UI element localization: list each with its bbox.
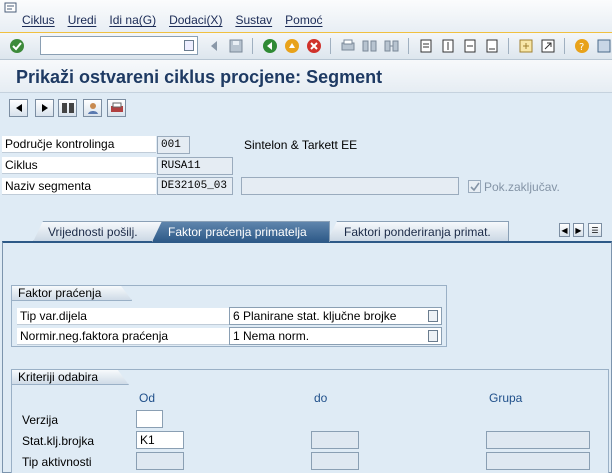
page-title: Prikaži ostvareni ciklus procjene: Segme… [16,67,383,87]
tab-strip: Vrijednosti pošilj. Faktor praćenja prim… [0,220,612,242]
stat-klj-brojka-od-input[interactable]: K1 [136,431,184,449]
next-page-icon[interactable] [461,37,479,55]
column-od-header: Od [139,391,156,405]
menu-pomoc[interactable]: Pomoć [285,13,322,27]
save-icon[interactable] [227,37,245,55]
controlling-area-text: Sintelon & Tarkett EE [244,138,358,152]
search-icon[interactable] [58,99,77,117]
command-history-icon[interactable] [184,40,194,51]
tip-aktivnosti-od-input[interactable] [136,452,184,470]
cycle-value: RUSA11 [157,157,233,175]
menu-bar: Ciklus Uredi Idi na(G) Dodaci(X) Sustav … [0,0,612,33]
application-toolbar [0,93,612,121]
verzija-od-input[interactable] [136,410,163,428]
previous-page-icon[interactable] [439,37,457,55]
checkmark-icon [469,182,480,191]
controlling-area-label: Područje kontrolinga [2,136,156,153]
previous-icon[interactable] [9,99,28,117]
create-session-icon[interactable] [517,37,535,55]
title-bar: Prikaži ostvareni ciklus procjene: Segme… [0,60,612,93]
stat-klj-brojka-grupa-input[interactable] [486,431,590,449]
segment-name-label: Naziv segmenta [2,178,156,195]
tab-scroll-right-icon[interactable]: ▶ [573,223,584,237]
segment-name-value: DE32105_03 [157,177,233,195]
command-field[interactable] [40,36,198,55]
kriteriji-odabira-group-title: Kriteriji odabira [11,369,129,385]
menu-sustav[interactable]: Sustav [235,13,272,27]
stat-klj-brojka-do-input[interactable] [311,431,359,449]
tip-aktivnosti-do-input[interactable] [311,452,359,470]
column-grupa-header: Grupa [489,391,523,405]
tab-vrijednosti-posilj[interactable]: Vrijednosti pošilj. [33,221,163,242]
find-icon[interactable] [361,37,379,55]
exit-icon[interactable] [283,37,301,55]
menu-uredi[interactable]: Uredi [68,13,97,27]
back-small-icon[interactable] [205,37,223,55]
tip-aktivnosti-grupa-input[interactable] [486,452,590,470]
standard-toolbar: ? [0,33,612,60]
shortcut-icon[interactable] [539,37,557,55]
locked-label: Pok.zaključav. [484,180,560,194]
tab-faktor-pracenja-primatelja[interactable]: Faktor praćenja primatelja [152,221,330,242]
tab-panel: Faktor praćenja Tip var.dijela 6 Planira… [2,241,612,473]
tip-var-dijela-label: Tip var.dijela [17,308,231,325]
dropdown-icon[interactable] [428,330,438,342]
first-page-icon[interactable] [417,37,435,55]
tab-list-icon[interactable]: ☰ [588,223,602,237]
kriteriji-odabira-group: Kriteriji odabira Od do Grupa Verzija St… [11,369,609,473]
next-icon[interactable] [35,99,54,117]
customize-layout-icon[interactable] [595,37,612,55]
tip-aktivnosti-label: Tip aktivnosti [22,455,92,469]
tab-faktori-ponderiranja[interactable]: Faktori ponderiranja primat. [327,221,509,242]
faktor-pracenja-group: Faktor praćenja Tip var.dijela 6 Planira… [11,285,447,347]
stat-klj-brojka-label: Stat.klj.brojka [22,434,95,448]
tab-scroll-left-icon[interactable]: ◀ [559,223,570,237]
normir-neg-faktora-value: 1 Nema norm. [233,329,310,343]
print-icon[interactable] [339,37,357,55]
faktor-pracenja-group-title: Faktor praćenja [11,285,132,301]
svg-text:?: ? [579,42,584,53]
help-icon[interactable]: ? [573,37,591,55]
column-do-header: do [314,391,328,405]
back-icon[interactable] [261,37,279,55]
tip-var-dijela-value: 6 Planirane stat. ključne brojke [233,309,397,323]
menu-ciklus[interactable]: Ciklus [22,13,55,27]
person-icon[interactable] [83,99,102,117]
tip-var-dijela-select[interactable]: 6 Planirane stat. ključne brojke [229,307,442,325]
cancel-icon[interactable] [305,37,323,55]
enter-check-icon[interactable] [8,37,26,55]
normir-neg-faktora-select[interactable]: 1 Nema norm. [229,327,442,345]
sap-menu-icon[interactable] [4,2,18,14]
menu-idi-na[interactable]: Idi na(G) [109,13,156,27]
last-page-icon[interactable] [483,37,501,55]
controlling-area-value: 001 [157,136,190,154]
segment-description-value [241,177,459,195]
menu-dodaci[interactable]: Dodaci(X) [169,13,222,27]
verzija-label: Verzija [22,413,59,427]
find-next-icon[interactable] [383,37,401,55]
normir-neg-faktora-label: Normir.neg.faktora praćenja [17,328,231,345]
cycle-label: Ciklus [2,157,156,174]
printer-icon[interactable] [107,99,126,117]
locked-checkbox [468,180,481,193]
dropdown-icon[interactable] [428,310,438,322]
